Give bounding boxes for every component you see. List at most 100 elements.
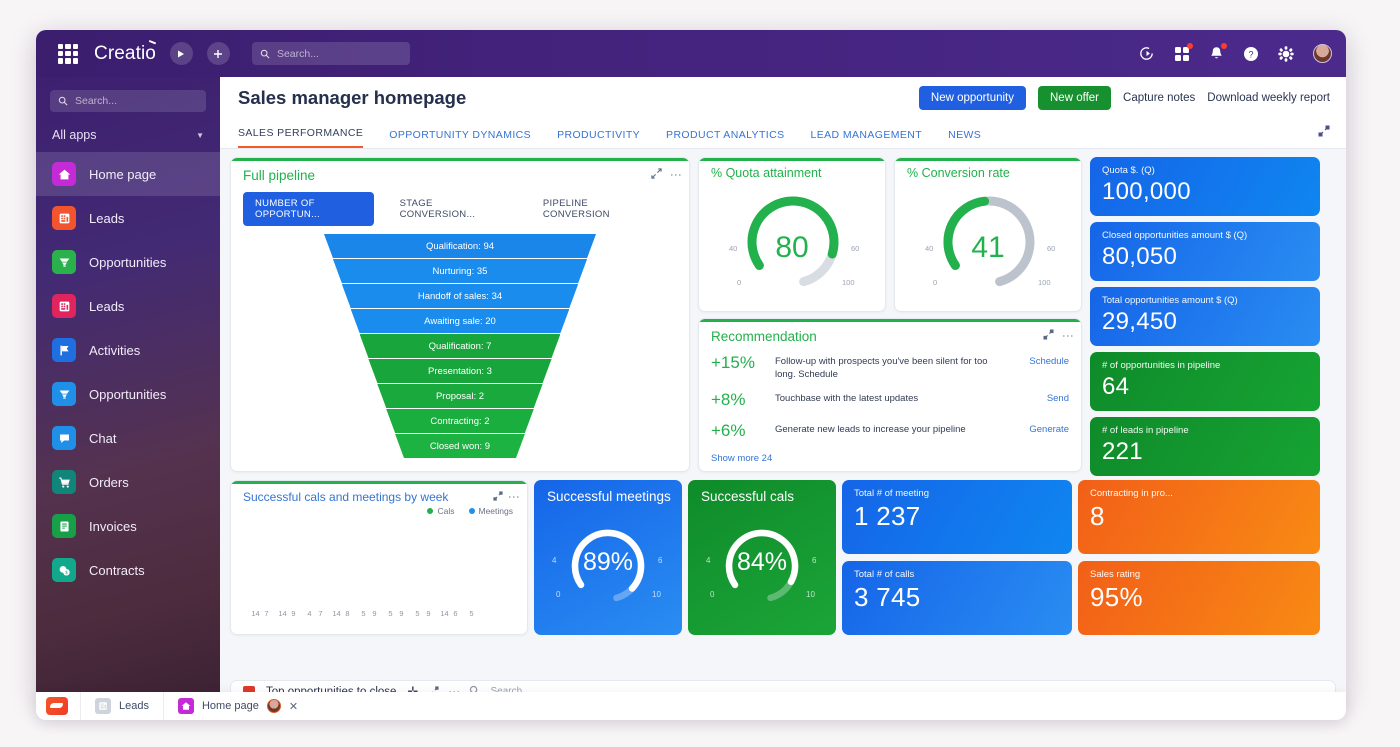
recommendation-text: Touchbase with the latest updates [775, 392, 919, 404]
gauge-tick-label: 100 [1038, 278, 1051, 287]
show-more-link[interactable]: Show more 24 [699, 448, 1081, 464]
legend-item-cals[interactable]: Cals [427, 506, 455, 516]
funnel-segment[interactable]: Closed won: 9 [395, 434, 525, 458]
sidebar-item-contracts-9[interactable]: $ Contracts [36, 548, 220, 592]
widget-title: Successful meetings [547, 489, 671, 504]
kpi-tile[interactable]: # of opportunities in pipeline 64 [1090, 352, 1320, 411]
help-icon[interactable]: ? [1243, 46, 1259, 62]
funnel-segment[interactable]: Proposal: 2 [377, 384, 543, 408]
kpi-tile[interactable]: Closed opportunities amount $ (Q) 80,050 [1090, 222, 1320, 281]
recommendation-action-send[interactable]: Send [1047, 390, 1069, 404]
new-offer-button[interactable]: New offer [1038, 86, 1112, 110]
recommendation-percent: +15% [711, 353, 755, 372]
all-apps-selector[interactable]: All apps ▼ [36, 124, 220, 146]
new-opportunity-button[interactable]: New opportunity [918, 86, 1026, 110]
funnel-segment[interactable]: Presentation: 3 [368, 359, 552, 383]
bar-value-label: 8 [345, 609, 350, 618]
kpi-tile[interactable]: Total # of calls 3 745 [842, 561, 1072, 635]
tab-productivity[interactable]: PRODUCTIVITY [557, 129, 640, 148]
funnel-segment[interactable]: Handoff of sales: 34 [341, 284, 579, 308]
capture-notes-link[interactable]: Capture notes [1123, 92, 1195, 104]
legend-item-meetings[interactable]: Meetings [468, 506, 513, 516]
recommendation-row: +6% Generate new leads to increase your p… [699, 417, 1081, 448]
widget-header: % Quota attainment [699, 158, 885, 182]
tab-lead-management[interactable]: LEAD MANAGEMENT [810, 129, 922, 148]
funnel-segment-label: Presentation: 3 [428, 365, 492, 377]
sidebar-item-activities-4[interactable]: Activities [36, 328, 220, 372]
svg-text:?: ? [1248, 49, 1253, 59]
funnel-segment-label: Contracting: 2 [430, 415, 490, 427]
funnel-segment[interactable]: Awaiting sale: 20 [350, 309, 570, 333]
apps-grid-icon[interactable] [1174, 42, 1193, 62]
funnel-segment[interactable]: Nurturing: 35 [332, 259, 588, 283]
taskbar-item-leads[interactable]: Leads [80, 692, 163, 720]
widget-successful-meetings[interactable]: Successful meetings 0 4 6 10 89% [534, 480, 682, 635]
kpi-tile[interactable]: Sales rating 95% [1078, 561, 1320, 635]
tab-news[interactable]: NEWS [948, 129, 981, 148]
avatar[interactable] [1313, 44, 1332, 63]
add-button[interactable] [206, 42, 230, 65]
expand-icon[interactable] [651, 166, 662, 184]
sidebar-item-label: Leads [89, 210, 125, 226]
taskbar-item-home-page[interactable]: Home page ✕ [162, 692, 313, 720]
settings-gear-icon[interactable] [1278, 45, 1294, 62]
kpi-tile-label: Total # of meeting [854, 488, 929, 499]
pipeline-pill-1[interactable]: STAGE CONVERSION... [388, 192, 505, 226]
kpi-tile[interactable]: Contracting in pro... 8 [1078, 480, 1320, 554]
kebab-menu-icon[interactable]: ⋮ [507, 491, 521, 503]
kpi-tile-value: 64 [1102, 373, 1130, 400]
sidebar-item-leads-1[interactable]: Leads [36, 196, 220, 240]
sidebar-item-leads-3[interactable]: Leads [36, 284, 220, 328]
run-process-button[interactable] [169, 42, 193, 65]
recommendation-action-schedule[interactable]: Schedule [1029, 353, 1069, 367]
sidebar-item-label: Chat [89, 430, 117, 446]
funnel-chart: Qualification: 94 Nurturing: 35 Handoff of… [231, 234, 689, 459]
expand-icon[interactable] [1318, 124, 1330, 148]
funnel-segment[interactable]: Qualification: 7 [359, 334, 561, 358]
expand-icon[interactable] [1043, 327, 1054, 345]
sidebar-item-orders-7[interactable]: Orders [36, 460, 220, 504]
search-input[interactable]: Search... [50, 90, 206, 112]
recommendation-action-generate[interactable]: Generate [1029, 421, 1069, 435]
sidebar-item-invoices-8[interactable]: Invoices [36, 504, 220, 548]
funnel-segment[interactable]: Qualification: 94 [324, 234, 596, 258]
notifications-bell-icon[interactable] [1209, 42, 1227, 62]
avatar[interactable] [266, 699, 281, 713]
pipeline-pill-0[interactable]: NUMBER OF OPPORTUN... [243, 192, 374, 226]
bar-value-label: 4 [307, 609, 312, 618]
creatio-logo-icon[interactable] [46, 697, 68, 715]
kpi-tile[interactable]: # of leads in pipeline 221 [1090, 417, 1320, 476]
sidebar-item-home-page-0[interactable]: Home page [36, 152, 220, 196]
funnel-segment-label: Qualification: 94 [425, 240, 495, 252]
apps-badge [1187, 42, 1193, 49]
gauge-tick-label: 100 [842, 278, 855, 287]
pipeline-pill-2[interactable]: PIPELINE CONVERSION [531, 192, 651, 226]
kpi-tile[interactable]: Total opportunities amount $ (Q) 29,450 [1090, 287, 1320, 346]
sidebar-item-opportunities-2[interactable]: Opportunities [36, 240, 220, 284]
widget-title: Full pipeline [243, 167, 316, 183]
widget-successful-calls[interactable]: Successful cals 0 4 6 10 84% [688, 480, 836, 635]
global-search-input[interactable]: Search... [251, 42, 410, 65]
sidebar-item-opportunities-5[interactable]: Opportunities [36, 372, 220, 416]
kpi-tile[interactable]: Quota $. (Q) 100,000 [1090, 157, 1320, 216]
tab-sales-performance[interactable]: SALES PERFORMANCE [238, 127, 364, 148]
download-weekly-report-link[interactable]: Download weekly report [1207, 92, 1330, 104]
tab-product-analytics[interactable]: PRODUCT ANALYTICS [666, 129, 784, 148]
kpi-tile[interactable]: Total # of meeting 1 237 [842, 480, 1072, 554]
kpi-tile-value: 100,000 [1102, 178, 1191, 205]
copilot-icon[interactable] [1138, 45, 1155, 62]
expand-icon[interactable] [493, 488, 503, 506]
taskbar-items: Leads Home page ✕ [80, 692, 313, 720]
funnel-segment[interactable]: Contracting: 2 [386, 409, 534, 433]
tab-opportunity-dynamics[interactable]: OPPORTUNITY DYNAMICS [389, 129, 531, 148]
bar-value-label: 14 [278, 609, 287, 618]
kebab-menu-icon[interactable]: ⋮ [669, 169, 683, 181]
kebab-menu-icon[interactable]: ⋮ [1061, 330, 1075, 342]
sidebar-item-chat-6[interactable]: Chat [36, 416, 220, 460]
bar-value-label: 5 [361, 609, 366, 618]
grid-icon[interactable] [58, 43, 78, 64]
widget-calls-meetings: Successful cals and meetings by week ⋮ C… [230, 480, 528, 635]
widget-title: Successful cals and meetings by week [243, 490, 449, 504]
close-icon[interactable]: ✕ [289, 700, 298, 713]
widget-header: Full pipeline ⋮ [231, 158, 689, 186]
